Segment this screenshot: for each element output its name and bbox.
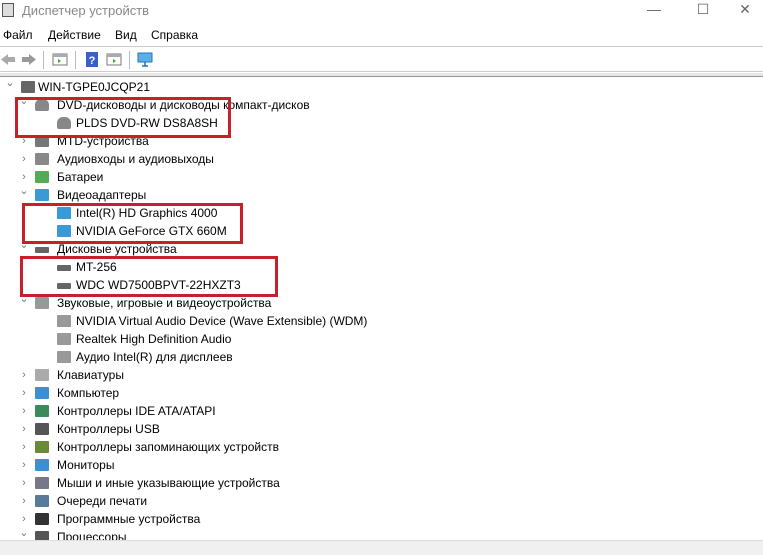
back-icon[interactable] [0, 52, 16, 67]
highlight-box-disks [20, 256, 278, 297]
chevron-down-icon[interactable]: ⌄ [5, 74, 15, 92]
tree-item-label: Мониторы [57, 458, 115, 472]
keyboard-icon [35, 369, 49, 381]
svg-text:?: ? [89, 55, 96, 67]
chevron-right-icon[interactable]: › [19, 150, 29, 168]
toolbar-separator [43, 51, 44, 69]
tree-item-label: Батареи [57, 170, 104, 184]
tree-item-label: Realtek High Definition Audio [76, 332, 232, 346]
maximize-button[interactable]: ☐ [683, 0, 723, 20]
chevron-right-icon[interactable]: › [19, 474, 29, 492]
pane-divider [0, 73, 763, 77]
monitor-icon [35, 387, 49, 399]
chevron-right-icon[interactable]: › [19, 366, 29, 384]
toolbar-separator [129, 51, 130, 69]
sound-icon [35, 297, 49, 309]
tree-item-label: Мыши и иные указывающие устройства [57, 476, 280, 490]
tree-item-label: Контроллеры USB [57, 422, 160, 436]
menu-view[interactable]: Вид [115, 28, 137, 42]
highlight-box-dvd [15, 97, 231, 138]
menu-bar: Файл Действие Вид Справка [0, 26, 763, 44]
status-bar [0, 540, 763, 555]
tree-item-label: WIN-TGPE0JCQP21 [38, 80, 151, 94]
help-icon[interactable]: ? [84, 52, 100, 67]
forward-icon[interactable] [21, 52, 37, 67]
menu-action[interactable]: Действие [48, 28, 101, 42]
tree-item-label: Видеоадаптеры [57, 188, 147, 202]
tree-item-label: Аудио Intel(R) для дисплеев [76, 350, 233, 364]
tree-item-label: Контроллеры IDE ATA/ATAPI [57, 404, 216, 418]
chevron-right-icon[interactable]: › [19, 384, 29, 402]
mouse-icon [35, 477, 49, 489]
display-adapter-icon [35, 189, 49, 201]
chevron-right-icon[interactable]: › [19, 438, 29, 456]
sound-icon [57, 333, 71, 345]
close-button[interactable]: ✕ [725, 0, 763, 20]
tree-item-label: Очереди печати [57, 494, 148, 508]
tree-item-label: Контроллеры запоминающих устройств [57, 440, 279, 454]
audio-icon [35, 153, 49, 165]
usb-icon [35, 423, 49, 435]
chevron-right-icon[interactable]: › [19, 456, 29, 474]
tree-item-label: NVIDIA Virtual Audio Device (Wave Extens… [76, 314, 368, 328]
window-title: Диспетчер устройств [22, 3, 150, 18]
ide-controller-icon [35, 405, 49, 417]
chevron-right-icon[interactable]: › [19, 420, 29, 438]
minimize-button[interactable]: — [634, 0, 674, 20]
title-bar: Диспетчер устройств — ☐ ✕ [0, 0, 763, 22]
chevron-right-icon[interactable]: › [19, 402, 29, 420]
highlight-box-video [22, 203, 243, 244]
chevron-down-icon[interactable]: ⌄ [19, 182, 29, 200]
update-driver-icon[interactable] [106, 52, 122, 67]
tree-item-label: Аудиовходы и аудиовыходы [57, 152, 214, 166]
software-device-icon [35, 513, 49, 525]
chevron-right-icon[interactable]: › [19, 492, 29, 510]
menu-file[interactable]: Файл [3, 28, 33, 42]
tree-item-label: Клавиатуры [57, 368, 124, 382]
printer-icon [35, 495, 49, 507]
toolbar-separator [75, 51, 76, 69]
toolbar: ? [0, 46, 763, 72]
storage-controller-icon [35, 441, 49, 453]
disk-icon [35, 247, 49, 253]
battery-icon [35, 171, 49, 183]
tree-item-label: Программные устройства [57, 512, 201, 526]
app-icon [2, 3, 14, 17]
tree-item-label: Компьютер [57, 386, 120, 400]
sound-icon [57, 315, 71, 327]
properties-icon[interactable] [52, 52, 68, 67]
menu-help[interactable]: Справка [151, 28, 198, 42]
sound-icon [57, 351, 71, 363]
scan-hardware-icon[interactable] [137, 52, 153, 67]
monitor-icon [35, 459, 49, 471]
